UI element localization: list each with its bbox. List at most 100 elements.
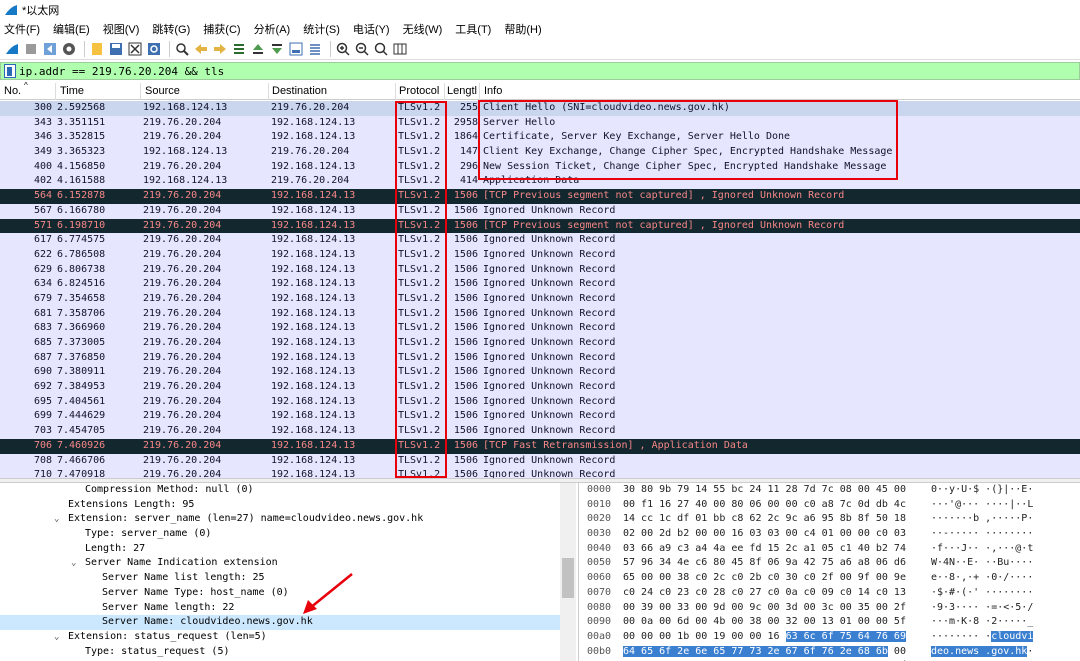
packet-row[interactable]: 692 7.384953 219.76.20.204 192.168.124.13 TL… <box>0 380 1080 395</box>
detail-tree-item[interactable]: Extensions Length: 95 <box>0 498 576 513</box>
zoom-reset-icon[interactable] <box>373 41 389 57</box>
detail-tree-item[interactable]: ⌄ Server Name Indication extension <box>0 556 576 571</box>
hex-row[interactable]: 0090 00 0a 00 6d 00 4b 00 38 00 32 00 13 … <box>579 615 1080 630</box>
column-header-destination[interactable]: Destination <box>272 85 327 97</box>
menu-item[interactable]: 文件(F) <box>4 21 40 37</box>
scrollbar-thumb[interactable] <box>562 558 574 598</box>
menu-item[interactable]: 分析(A) <box>254 21 291 37</box>
packet-row[interactable]: 681 7.358706 219.76.20.204 192.168.124.13 TL… <box>0 306 1080 322</box>
last-packet-icon[interactable] <box>269 41 285 57</box>
open-file-icon[interactable] <box>89 41 105 57</box>
column-header-time[interactable]: Time <box>60 85 84 97</box>
menu-item[interactable]: 无线(W) <box>403 21 443 37</box>
packet-row[interactable]: 571 6.198710 219.76.20.204 192.168.124.13 TL… <box>0 218 1080 234</box>
packet-row[interactable]: 683 7.366960 219.76.20.204 192.168.124.13 TL… <box>0 321 1080 336</box>
hex-row[interactable]: 00b0 64 65 6f 2e 6e 65 77 73 2e 67 6f 76 … <box>579 645 1080 660</box>
save-file-icon[interactable] <box>108 41 124 57</box>
expand-chevron-icon[interactable]: ⌄ <box>71 556 76 571</box>
packet-row[interactable]: 690 7.380911 219.76.20.204 192.168.124.13 TL… <box>0 365 1080 381</box>
detail-tree-item[interactable]: ⌄ Extension: status_request (len=5) <box>0 630 576 645</box>
packet-row[interactable]: 695 7.404561 219.76.20.204 192.168.124.13 TL… <box>0 394 1080 410</box>
hex-row[interactable]: 0020 14 cc 1c df 01 bb c8 62 2c 9c a6 95 … <box>579 512 1080 527</box>
go-to-packet-icon[interactable] <box>231 41 247 57</box>
packet-row[interactable]: 617 6.774575 219.76.20.204 192.168.124.13 TL… <box>0 233 1080 248</box>
menu-item[interactable]: 跳转(G) <box>152 21 190 37</box>
reload-file-icon[interactable] <box>146 41 162 57</box>
menu-item[interactable]: 电话(Y) <box>353 21 390 37</box>
stop-capture-icon[interactable] <box>23 41 39 57</box>
detail-tree-item[interactable]: Type: server_name (0) <box>0 527 576 542</box>
packet-row[interactable]: 699 7.444629 219.76.20.204 192.168.124.13 TL… <box>0 409 1080 425</box>
menu-item[interactable]: 帮助(H) <box>504 21 541 37</box>
zoom-in-icon[interactable] <box>335 41 351 57</box>
display-filter-input[interactable]: ip.addr == 219.76.20.204 && tls <box>19 65 224 78</box>
hex-row[interactable]: 0000 30 80 9b 79 14 55 bc 24 11 28 7d 7c … <box>579 483 1080 498</box>
bookmark-icon[interactable] <box>4 64 16 78</box>
find-packet-icon[interactable] <box>174 41 190 57</box>
capture-options-gear-icon[interactable] <box>61 41 77 57</box>
menu-item[interactable]: 工具(T) <box>455 21 491 37</box>
hex-row[interactable]: 0040 03 66 a9 c3 a4 4a ee fd 15 2c a1 05 … <box>579 542 1080 557</box>
column-divider[interactable] <box>268 83 269 100</box>
hex-row[interactable]: 0050 57 96 34 4e c6 80 45 8f 06 9a 42 75 … <box>579 556 1080 571</box>
detail-tree-item[interactable]: Type: status_request (5) <box>0 645 576 660</box>
hex-row[interactable]: 0010 00 f1 16 27 40 00 80 06 00 00 c0 a8 … <box>579 498 1080 513</box>
packet-row[interactable]: 622 6.786508 219.76.20.204 192.168.124.13 TL… <box>0 247 1080 263</box>
colorize-icon[interactable] <box>307 41 323 57</box>
menu-item[interactable]: 统计(S) <box>303 21 340 37</box>
column-header-info[interactable]: Info <box>484 85 502 97</box>
menu-item[interactable]: 捕获(C) <box>203 21 240 37</box>
detail-tree-item[interactable]: Server Name Type: host_name (0) <box>0 586 576 601</box>
packet-no: 634 <box>33 278 52 290</box>
detail-tree-item[interactable]: Server Name list length: 25 <box>0 571 576 586</box>
go-forward-icon[interactable] <box>212 41 228 57</box>
detail-tree-item[interactable]: Server Name length: 22 <box>0 601 576 616</box>
hex-row[interactable]: 0060 65 00 00 38 c0 2c c0 2b c0 30 c0 2f … <box>579 571 1080 586</box>
packet-row[interactable]: 567 6.166780 219.76.20.204 192.168.124.13 TL… <box>0 203 1080 219</box>
column-divider[interactable] <box>140 83 141 100</box>
packet-row[interactable]: 685 7.373005 219.76.20.204 192.168.124.13 TL… <box>0 336 1080 351</box>
column-header-length[interactable]: Lengtl <box>447 85 477 97</box>
menu-item[interactable]: 视图(V) <box>103 21 140 37</box>
packet-row[interactable]: 708 7.466706 219.76.20.204 192.168.124.13 TL… <box>0 453 1080 469</box>
hex-row[interactable]: 0070 c0 24 c0 23 c0 28 c0 27 c0 0a c0 09 … <box>579 586 1080 601</box>
resize-columns-icon[interactable] <box>392 41 408 57</box>
detail-tree-item[interactable]: Compression Method: null (0) <box>0 483 576 498</box>
column-divider[interactable] <box>479 83 480 100</box>
column-header-source[interactable]: Source <box>145 85 180 97</box>
hex-row[interactable]: 0030 02 00 2d b2 00 00 16 03 03 00 c4 01 … <box>579 527 1080 542</box>
details-scrollbar[interactable] <box>560 483 576 661</box>
packet-row[interactable]: 687 7.376850 219.76.20.204 192.168.124.13 TL… <box>0 350 1080 366</box>
expand-chevron-icon[interactable]: ⌄ <box>54 512 59 527</box>
packet-time: 6.166780 <box>57 204 106 216</box>
column-header-no[interactable]: No. <box>4 85 21 97</box>
column-divider[interactable] <box>444 83 445 100</box>
detail-tree-item[interactable]: Length: 27 <box>0 542 576 557</box>
menu-item[interactable]: 编辑(E) <box>53 21 90 37</box>
go-back-icon[interactable] <box>193 41 209 57</box>
start-capture-icon[interactable] <box>4 41 20 57</box>
packet-details-tree[interactable]: Compression Method: null (0) Extensions L… <box>0 483 576 661</box>
zoom-out-icon[interactable] <box>354 41 370 57</box>
packet-bytes-pane[interactable]: 0000 30 80 9b 79 14 55 bc 24 11 28 7d 7c … <box>578 483 1080 661</box>
hex-row[interactable]: 0080 00 39 00 33 00 9d 00 9c 00 3d 00 3c … <box>579 601 1080 616</box>
expand-chevron-icon[interactable]: ⌄ <box>54 630 59 645</box>
packet-row[interactable]: 564 6.152878 219.76.20.204 192.168.124.13 TL… <box>0 189 1080 204</box>
column-header-protocol[interactable]: Protocol <box>399 85 439 97</box>
packet-row[interactable]: 706 7.460926 219.76.20.204 192.168.124.13 TL… <box>0 438 1080 454</box>
packet-row[interactable]: 710 7.470918 219.76.20.204 192.168.124.13 TL… <box>0 468 1080 478</box>
close-file-icon[interactable] <box>127 41 143 57</box>
display-filter-bar[interactable]: ip.addr == 219.76.20.204 && tls <box>0 62 1080 80</box>
packet-row[interactable]: 703 7.454705 219.76.20.204 192.168.124.13 TL… <box>0 424 1080 439</box>
column-divider[interactable] <box>55 83 56 100</box>
restart-capture-icon[interactable] <box>42 41 58 57</box>
first-packet-icon[interactable] <box>250 41 266 57</box>
packet-row[interactable]: 634 6.824516 219.76.20.204 192.168.124.13 TL… <box>0 277 1080 292</box>
detail-tree-item[interactable]: ⌄ Extension: server_name (len=27) name=cl… <box>0 512 576 527</box>
hex-row[interactable]: 00a0 00 00 00 1b 00 19 00 00 16 63 6c 6f … <box>579 630 1080 645</box>
autoscroll-icon[interactable] <box>288 41 304 57</box>
packet-row[interactable]: 679 7.354658 219.76.20.204 192.168.124.13 TL… <box>0 291 1080 307</box>
detail-tree-item[interactable]: Server Name: cloudvideo.news.gov.hk <box>0 615 576 630</box>
packet-row[interactable]: 629 6.806738 219.76.20.204 192.168.124.13 TL… <box>0 262 1080 278</box>
column-divider[interactable] <box>395 83 396 100</box>
